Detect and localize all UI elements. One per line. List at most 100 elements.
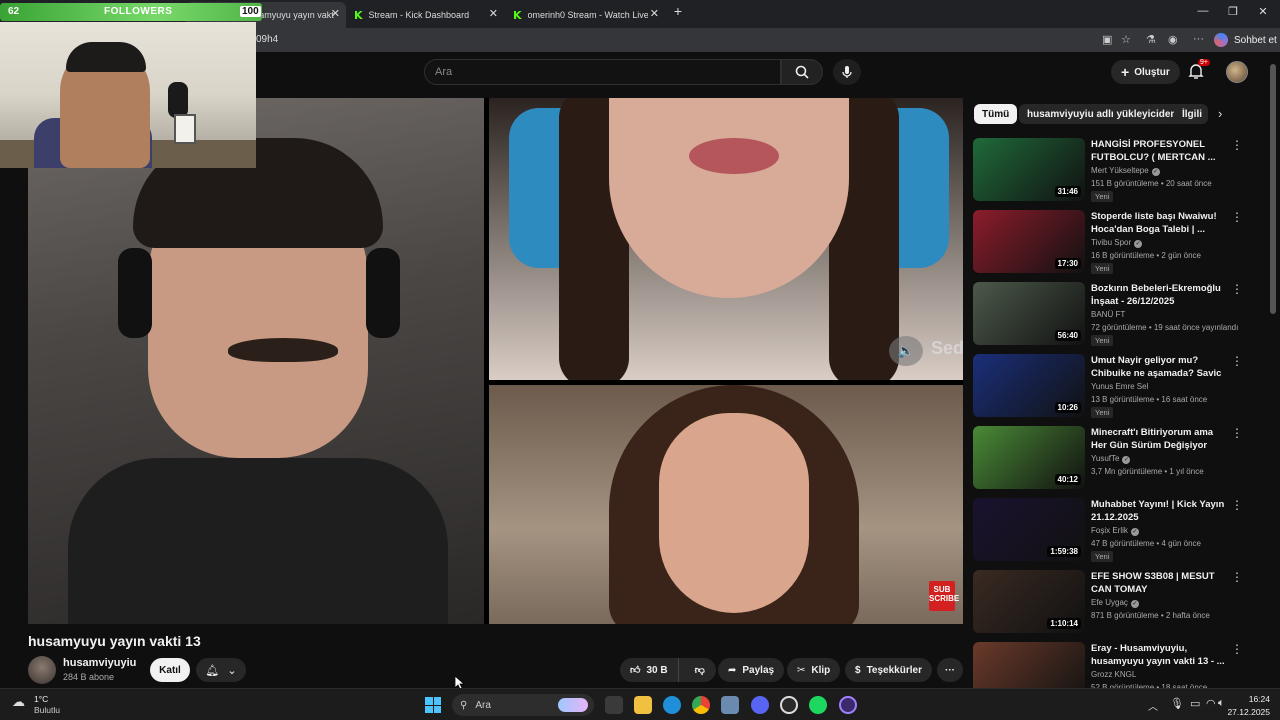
edge-icon[interactable] (663, 696, 681, 714)
microphone-tray-icon[interactable]: 🎙︎ (1170, 697, 1184, 710)
maximize-button[interactable]: ❐ (1218, 5, 1248, 18)
recommendation-title[interactable]: Stoperde liste başı Nwaiwu! Hoca'dan Bog… (1091, 210, 1225, 236)
close-window-button[interactable]: ✕ (1248, 5, 1278, 18)
recommendation-channel[interactable]: Mert Yükseltepe ✓ (1091, 166, 1160, 176)
more-options-icon[interactable]: ⋮ (1231, 642, 1243, 656)
chrome-icon[interactable] (692, 696, 710, 714)
more-options-icon[interactable]: ⋮ (1231, 354, 1243, 368)
recommendation-channel[interactable]: YusufTe ✓ (1091, 454, 1131, 464)
recommendation-item[interactable]: 10:26 Umut Nayir geliyor mu? Chibuike ne … (973, 354, 1253, 420)
weather-temperature[interactable]: 1°C (34, 694, 48, 704)
recommendation-title[interactable]: Umut Nayir geliyor mu? Chibuike ne aşama… (1091, 354, 1225, 380)
recommendation-channel[interactable]: Foşix Erlik ✓ (1091, 526, 1139, 536)
recommendation-channel[interactable]: Efe Uygaç ✓ (1091, 598, 1139, 608)
voice-search-button[interactable] (833, 59, 861, 85)
chip-from-uploader[interactable]: husamviyuyiu adlı yükleyiciden (1019, 104, 1185, 124)
task-view-icon[interactable] (605, 696, 623, 714)
share-button[interactable]: ➦ Paylaş (718, 658, 785, 682)
video-thumbnail[interactable]: 40:12 (973, 426, 1085, 489)
search-button[interactable] (781, 59, 823, 85)
channel-name[interactable]: husamviyuyiu (63, 657, 136, 669)
recommendation-item[interactable]: 31:46 HANGİSİ PROFESYONEL FUTBOLCU? ( MER… (973, 138, 1253, 204)
recommendation-channel[interactable]: Yunus Emre Sel (1091, 382, 1148, 391)
extensions-icon[interactable]: ⚗ (1146, 33, 1156, 46)
close-icon[interactable]: ✕ (489, 7, 498, 20)
notification-settings-button[interactable]: 🔔︎ ⌄ (196, 658, 246, 682)
like-button[interactable]: 👍︎ 30 B (620, 658, 679, 682)
new-tab-button[interactable]: + (663, 3, 693, 19)
volume-tray-icon[interactable]: 🔈︎ (1218, 697, 1225, 710)
channel-avatar[interactable] (28, 656, 56, 684)
more-options-icon[interactable]: ⋮ (1231, 570, 1243, 584)
tab-search-icon[interactable]: ▣ (1102, 33, 1112, 46)
tab-kick-dashboard[interactable]: K Stream - Kick Dashboard ✕ (346, 2, 504, 28)
recommendation-title[interactable]: Muhabbet Yayını! | Kick Yayın 21.12.2025 (1091, 498, 1225, 524)
recommendation-title[interactable]: Minecraft'ı Bitiriyorum ama Her Gün Sürü… (1091, 426, 1225, 452)
minimize-button[interactable]: — (1188, 5, 1218, 17)
tab-kick-stream[interactable]: K omerinh0 Stream - Watch Live on ✕ (505, 2, 665, 28)
more-options-icon[interactable]: ⋮ (1231, 210, 1243, 224)
file-explorer-icon[interactable] (634, 696, 652, 714)
video-thumbnail[interactable]: 1:10:14 (973, 570, 1085, 633)
more-options-icon[interactable]: ⋮ (1231, 426, 1243, 440)
close-icon[interactable]: ✕ (650, 7, 659, 20)
recommendation-channel[interactable]: Tivibu Spor ✓ (1091, 238, 1143, 248)
notifications-button[interactable]: 9+ (1188, 59, 1210, 82)
video-thumbnail[interactable]: 56:40 (973, 282, 1085, 345)
taskbar-search[interactable]: ⚲ Ara (452, 694, 594, 716)
copilot-chat-button[interactable]: Sohbet et (1214, 31, 1277, 49)
more-options-icon[interactable]: ⋮ (1231, 282, 1243, 296)
recommendation-channel[interactable]: Grozz KNGL (1091, 670, 1136, 679)
create-button[interactable]: + Oluştur (1111, 60, 1180, 84)
video-thumbnail[interactable]: 17:30 (973, 210, 1085, 273)
search-input[interactable] (425, 60, 780, 84)
video-thumbnail[interactable]: 1:59:38 (973, 498, 1085, 561)
clip-button[interactable]: ✂ Klip (787, 658, 841, 682)
system-clock[interactable]: 16:24 27.12.2025 (1226, 694, 1270, 717)
url-text[interactable]: 09h4 (256, 34, 278, 45)
video-player[interactable]: 🔈 Sed SUB SCRIBE (28, 98, 963, 624)
tray-overflow-icon[interactable]: ︿ (1148, 698, 1158, 713)
profile-icon[interactable]: ◉ (1168, 33, 1178, 46)
scrollbar[interactable] (1270, 60, 1276, 690)
recommendation-title[interactable]: HANGİSİ PROFESYONEL FUTBOLCU? ( MERTCAN … (1091, 138, 1225, 164)
account-avatar[interactable] (1226, 61, 1248, 83)
recommendation-title[interactable]: EFE SHOW S3B08 | MESUT CAN TOMAY (1091, 570, 1225, 596)
bookmark-star-icon[interactable]: ☆ (1121, 33, 1131, 46)
obs-icon[interactable] (780, 696, 798, 714)
start-button[interactable] (425, 697, 441, 713)
volume-icon[interactable]: 🔈 (889, 336, 923, 366)
recommendation-item[interactable]: 40:12 Minecraft'ı Bitiriyorum ama Her Gün… (973, 426, 1253, 492)
chip-all[interactable]: Tümü (974, 104, 1018, 124)
recommendation-item[interactable]: 1:10:14 EFE SHOW S3B08 | MESUT CAN TOMAY E… (973, 570, 1253, 636)
recommendation-item[interactable]: Eray - Husamviyuyiu, husamyuyu yayın vak… (973, 642, 1253, 692)
network-icon[interactable]: ◠ (1206, 697, 1216, 710)
chip-related[interactable]: İlgili (1174, 104, 1208, 124)
weather-description[interactable]: Bulutlu (34, 705, 60, 715)
recommendation-title[interactable]: Eray - Husamviyuyiu, husamyuyu yayın vak… (1091, 642, 1225, 668)
chevron-right-icon[interactable]: › (1218, 106, 1222, 121)
video-thumbnail[interactable]: 31:46 (973, 138, 1085, 201)
close-icon[interactable]: ✕ (331, 7, 340, 20)
recommendation-item[interactable]: 1:59:38 Muhabbet Yayını! | Kick Yayın 21.… (973, 498, 1253, 564)
more-options-icon[interactable]: ⋮ (1231, 138, 1243, 152)
thanks-button[interactable]: $ Teşekkürler (845, 658, 932, 682)
discord-icon[interactable] (751, 696, 769, 714)
dislike-button[interactable]: 👎︎ (685, 664, 715, 676)
scrollbar-thumb[interactable] (1270, 64, 1276, 314)
more-actions-button[interactable]: ··· (937, 658, 963, 682)
recommendation-item[interactable]: 56:40 Bozkırın Bebeleri-Ekremoğlu İnşaat … (973, 282, 1253, 348)
video-thumbnail[interactable]: 10:26 (973, 354, 1085, 417)
spotify-icon[interactable] (809, 696, 827, 714)
display-tray-icon[interactable]: ▭ (1190, 697, 1200, 710)
weather-icon[interactable]: ☁ (12, 694, 25, 710)
settings-app-icon[interactable] (721, 696, 739, 714)
join-button[interactable]: Katıl (150, 658, 190, 682)
app-icon[interactable] (839, 696, 857, 714)
recommendation-item[interactable]: 17:30 Stoperde liste başı Nwaiwu! Hoca'da… (973, 210, 1253, 276)
menu-dots-icon[interactable]: ··· (1193, 33, 1204, 45)
recommendation-channel[interactable]: BANÜ FT (1091, 310, 1125, 319)
more-options-icon[interactable]: ⋮ (1231, 498, 1243, 512)
video-thumbnail[interactable] (973, 642, 1085, 692)
recommendation-title[interactable]: Bozkırın Bebeleri-Ekremoğlu İnşaat - 26/… (1091, 282, 1225, 308)
